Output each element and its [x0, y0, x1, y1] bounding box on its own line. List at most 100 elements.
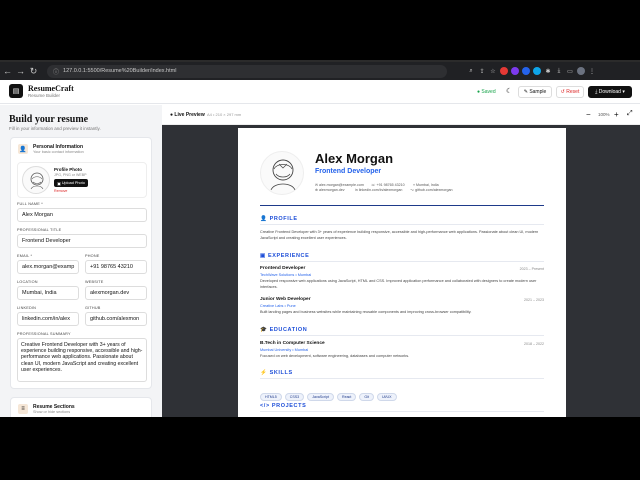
phone-label: PHONE — [85, 254, 100, 258]
paper-size: A4 • 210 × 297 mm — [207, 112, 242, 117]
job-title: Junior Web Developer — [260, 297, 311, 302]
linkedin-label: LINKEDIN — [17, 306, 37, 310]
skill-chip: CSS3 — [284, 393, 305, 401]
share-icon[interactable]: ⇪ — [478, 67, 486, 75]
remove-photo-link[interactable]: Remove — [54, 189, 67, 193]
summary-label: PROFESSIONAL SUMMARY — [17, 332, 71, 336]
fullscreen-icon[interactable]: ⤢ — [627, 110, 633, 118]
job-company: Creative Labs • Pune — [260, 304, 296, 308]
experience-heading: ▣ EXPERIENCE — [260, 253, 310, 259]
skill-chip: UI/UX — [376, 393, 397, 401]
zoom-level: 100% — [598, 112, 610, 117]
zoom-in-icon[interactable]: + — [614, 110, 619, 119]
download-button[interactable]: ⤓ Download ▾ — [588, 86, 632, 98]
job-title: Frontend Developer — [260, 266, 306, 271]
preview-toolbar: ● Live Preview A4 • 210 × 297 mm − 100% … — [162, 105, 640, 125]
full-name-input[interactable]: Alex Morgan — [17, 208, 147, 222]
theme-toggle-icon[interactable]: ☾ — [506, 87, 512, 95]
location-label: LOCATION — [17, 280, 38, 284]
skill-chip: Git — [359, 393, 374, 401]
editor-subtitle: Fill in your information and preview it … — [9, 126, 101, 131]
editor-panel: Build your resume Fill in your informati… — [0, 105, 162, 417]
bookmark-icon[interactable]: ☆ — [489, 67, 497, 75]
site-info-icon[interactable]: ⓘ — [53, 67, 59, 76]
phone-input[interactable]: +91 98765 43210 — [85, 260, 147, 274]
sample-button[interactable]: ✎ Sample — [518, 86, 552, 98]
profile-text: Creative Frontend Developer with 3+ year… — [260, 230, 539, 240]
photo-label: Profile Photo — [54, 167, 82, 172]
linkedin-input[interactable]: linkedin.com/in/alex — [17, 312, 79, 326]
sections-subtitle: Show or hide sections — [33, 410, 71, 414]
full-name-label: FULL NAME * — [17, 202, 43, 206]
back-icon[interactable]: ← — [2, 66, 13, 76]
header-divider — [260, 205, 544, 206]
menu-icon[interactable]: ⋮ — [588, 67, 596, 75]
app-header: ▤ ResumeCraft Resume Builder ● Saved ☾ ✎… — [0, 80, 640, 104]
extension-icon-3[interactable] — [522, 67, 530, 75]
email-label: EMAIL * — [17, 254, 33, 258]
section-rule — [260, 411, 544, 412]
skills-list: HTML5 CSS3 JavaScript React Git UI/UX — [260, 385, 400, 403]
edu-desc: Focused on web development, software eng… — [260, 354, 410, 358]
profile-photo-thumb — [22, 166, 50, 194]
sidebar-icon[interactable]: ▭ — [566, 67, 574, 75]
app-name: ResumeCraft — [28, 84, 74, 93]
url-text: 127.0.0.1:5500/Resume%20Builder/index.ht… — [63, 68, 177, 74]
card-subtitle: Your basic contact information — [33, 150, 84, 154]
resume-website: ⊕ alexmorgan.dev — [315, 188, 345, 192]
resume-phone: ☏ +91 98765 43210 — [371, 183, 405, 187]
skill-chip: HTML5 — [260, 393, 282, 401]
section-rule — [260, 261, 544, 262]
resume-email: ✉ alex.morgan@example.com — [315, 183, 364, 187]
resume-role: Frontend Developer — [315, 168, 382, 175]
location-input[interactable]: Mumbai, India — [17, 286, 79, 300]
website-input[interactable]: alexmorgan.dev — [85, 286, 147, 300]
email-input[interactable]: alex.morgan@examp — [17, 260, 79, 274]
profile-avatar[interactable] — [577, 67, 585, 75]
resume-photo — [260, 151, 304, 195]
extension-icon-2[interactable] — [511, 67, 519, 75]
reset-button[interactable]: ↺ Reset — [556, 86, 584, 98]
job-dates: 2021 – 2023 — [524, 298, 544, 302]
photo-hint: JPG, PNG or WEBP — [54, 173, 87, 177]
browser-toolbar: ← → ↻ ⓘ 127.0.0.1:5500/Resume%20Builder/i… — [0, 62, 640, 80]
title-input[interactable]: Frontend Developer — [17, 234, 147, 248]
download-icon[interactable]: ⤓ — [555, 67, 563, 75]
personal-info-card: 👤 Personal Information Your basic contac… — [10, 137, 152, 389]
skills-heading: ⚡ SKILLS — [260, 370, 293, 376]
github-label: GITHUB — [85, 306, 101, 310]
zoom-icon[interactable]: ⌕ — [467, 67, 475, 75]
zoom-out-icon[interactable]: − — [586, 110, 591, 119]
github-input[interactable]: github.com/alexmon — [85, 312, 147, 326]
address-bar[interactable]: ⓘ 127.0.0.1:5500/Resume%20Builder/index.h… — [47, 64, 447, 78]
resume-github: ⌥ github.com/alexmorgan — [410, 188, 453, 192]
upload-photo-button[interactable]: ▣ Upload Photo — [54, 179, 88, 187]
projects-heading: </> PROJECTS — [260, 403, 307, 409]
summary-textarea[interactable]: Creative Frontend Developer with 3+ year… — [17, 338, 147, 382]
skill-chip: React — [336, 393, 357, 401]
title-label: PROFESSIONAL TITLE — [17, 228, 62, 232]
section-rule — [260, 378, 544, 379]
puzzle-icon[interactable]: ✱ — [544, 67, 552, 75]
website-label: WEBSITE — [85, 280, 104, 284]
sections-card: ≡ Resume Sections Show or hide sections — [10, 397, 152, 417]
photo-box: Profile Photo JPG, PNG or WEBP ▣ Upload … — [17, 162, 147, 198]
resume-location: ⌖ Mumbai, India — [413, 183, 439, 187]
person-icon: 👤 — [18, 144, 28, 154]
skill-chip: JavaScript — [307, 393, 334, 401]
sections-icon: ≡ — [18, 404, 28, 414]
resume-paper: Alex Morgan Frontend Developer ✉ alex.mo… — [238, 128, 566, 417]
extension-icon[interactable] — [500, 67, 508, 75]
preview-label: ● Live Preview — [170, 112, 205, 118]
job-desc: Built landing pages and business website… — [260, 310, 472, 314]
job-desc: Developed responsive web applications us… — [260, 279, 537, 289]
profile-heading: 👤 PROFILE — [260, 216, 298, 222]
extension-icon-4[interactable] — [533, 67, 541, 75]
forward-icon[interactable]: → — [15, 66, 26, 76]
app-logo-icon: ▤ — [9, 84, 23, 98]
job-company: TechWave Solutions • Mumbai — [260, 273, 312, 277]
reload-icon[interactable]: ↻ — [28, 66, 39, 77]
edu-dates: 2018 – 2022 — [524, 342, 544, 346]
education-heading: 🎓 EDUCATION — [260, 327, 308, 333]
saved-status: ● Saved — [477, 89, 496, 95]
